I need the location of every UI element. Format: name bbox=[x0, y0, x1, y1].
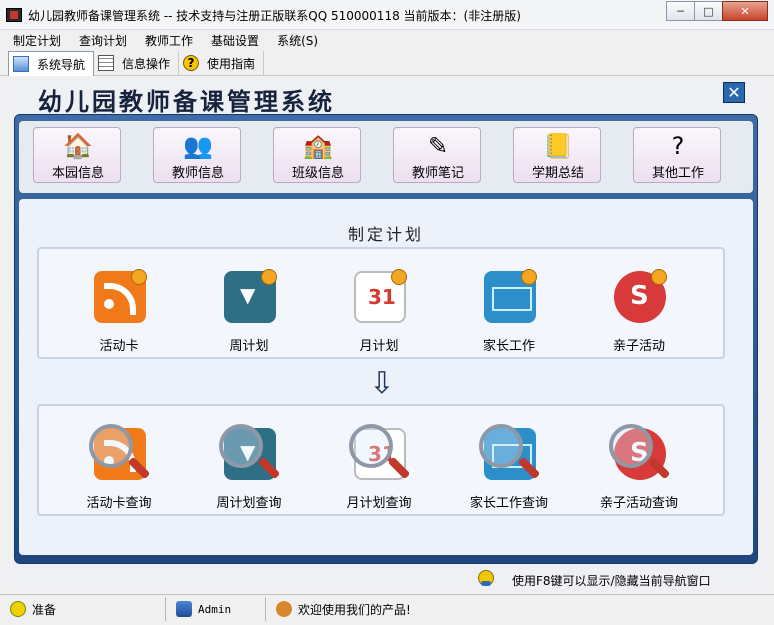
navigation-icon bbox=[13, 56, 29, 72]
other-work-button[interactable]: ? 其他工作 bbox=[633, 127, 721, 183]
tile-label: 家长工作 bbox=[482, 339, 535, 354]
help-icon: ? bbox=[183, 55, 200, 71]
app-icon bbox=[6, 8, 22, 22]
status-user-text: Admin bbox=[198, 602, 232, 616]
tile-label: 周计划查询 bbox=[216, 496, 282, 511]
tile-label: 周计划 bbox=[229, 339, 269, 354]
navigation-panel: 🏠 本园信息 👥 教师信息 🏫 班级信息 ✎ 教师笔记 📒 学期总结 ? 其他工… bbox=[14, 114, 758, 564]
teacher-notes-button[interactable]: ✎ 教师笔记 bbox=[393, 127, 481, 183]
button-label: 学期总结 bbox=[531, 166, 584, 181]
class-info-button[interactable]: 🏫 班级信息 bbox=[273, 127, 361, 183]
button-label: 本园信息 bbox=[51, 166, 104, 181]
notepad-icon: ✎ bbox=[427, 132, 449, 160]
book-icon: 📒 bbox=[543, 132, 573, 160]
teacher-info-button[interactable]: 👥 教师信息 bbox=[153, 127, 241, 183]
status-bar: 准备 Admin 欢迎使用我们的产品! bbox=[0, 594, 774, 625]
hint-text: 使用F8键可以显示/隐藏当前导航窗口 bbox=[512, 574, 711, 588]
close-window-button[interactable]: ✕ bbox=[722, 1, 768, 21]
tile-label: 家长工作查询 bbox=[469, 496, 548, 511]
tile-label: 月计划查询 bbox=[346, 496, 412, 511]
duck-mascot-icon bbox=[391, 269, 407, 285]
tab-system-navigation[interactable]: 系统导航 bbox=[8, 51, 95, 76]
section-heading: 制定计划 bbox=[347, 225, 424, 244]
parent-work-button[interactable]: 家长工作 bbox=[459, 267, 559, 357]
close-navigation-button[interactable]: ✕ bbox=[723, 82, 745, 103]
monthly-plan-query-button[interactable]: 月计划查询 bbox=[329, 424, 429, 514]
status-user: Admin bbox=[166, 597, 266, 621]
weekly-plan-query-button[interactable]: 周计划查询 bbox=[199, 424, 299, 514]
user-icon bbox=[176, 601, 192, 617]
menu-bar: 制定计划 查询计划 教师工作 基础设置 系统(S) bbox=[0, 30, 774, 50]
building-icon: 🏫 bbox=[303, 132, 333, 160]
ready-icon bbox=[10, 601, 26, 617]
status-welcome-text: 欢迎使用我们的产品! bbox=[298, 602, 411, 617]
tab-label: 系统导航 bbox=[37, 57, 86, 72]
duck-mascot-icon bbox=[261, 269, 277, 285]
status-welcome: 欢迎使用我们的产品! bbox=[266, 597, 774, 621]
tile-label: 亲子活动查询 bbox=[599, 496, 678, 511]
house-icon: 🏠 bbox=[63, 132, 93, 160]
tab-label: 信息操作 bbox=[122, 56, 171, 71]
status-ready-text: 准备 bbox=[32, 602, 57, 617]
tab-info-operation[interactable]: 信息操作 bbox=[94, 51, 180, 75]
tile-label: 活动卡查询 bbox=[86, 496, 152, 511]
help-document-icon: ? bbox=[671, 132, 685, 160]
duck-mascot-icon bbox=[651, 269, 667, 285]
tab-label: 使用指南 bbox=[207, 56, 256, 71]
duck-mascot-icon bbox=[521, 269, 537, 285]
arrow-down-icon: ⇩ bbox=[369, 366, 395, 401]
window-title: 幼儿园教师备课管理系统 -- 技术支持与注册正版联系QQ 510000118 当… bbox=[28, 9, 521, 23]
tile-label: 亲子活动 bbox=[612, 339, 665, 354]
top-shortcut-strip: 🏠 本园信息 👥 教师信息 🏫 班级信息 ✎ 教师笔记 📒 学期总结 ? 其他工… bbox=[19, 121, 753, 193]
maximize-button[interactable]: □ bbox=[694, 1, 723, 21]
activity-card-button[interactable]: 活动卡 bbox=[69, 267, 169, 357]
monthly-plan-button[interactable]: 月计划 bbox=[329, 267, 429, 357]
button-label: 教师笔记 bbox=[411, 166, 464, 181]
menu-query[interactable]: 查询计划 bbox=[70, 30, 136, 50]
parent-child-activity-button[interactable]: 亲子活动 bbox=[589, 267, 689, 357]
activity-card-query-button[interactable]: 活动卡查询 bbox=[69, 424, 169, 514]
duck-mascot-icon bbox=[131, 269, 147, 285]
window-controls: ─ □ ✕ bbox=[666, 1, 768, 21]
user-hint-icon bbox=[478, 570, 494, 586]
menu-basic-settings[interactable]: 基础设置 bbox=[202, 30, 268, 50]
weekly-plan-button[interactable]: 周计划 bbox=[199, 267, 299, 357]
query-plan-group: 活动卡查询 周计划查询 月计划查询 家长工作查询 bbox=[37, 404, 725, 516]
magnifier-icon bbox=[89, 424, 133, 468]
button-label: 班级信息 bbox=[291, 166, 344, 181]
tab-user-guide[interactable]: ? 使用指南 bbox=[179, 51, 265, 75]
minimize-button[interactable]: ─ bbox=[666, 1, 695, 21]
menu-system[interactable]: 系统(S) bbox=[268, 30, 327, 50]
magnifier-icon bbox=[609, 424, 653, 468]
parent-child-activity-query-button[interactable]: 亲子活动查询 bbox=[589, 424, 689, 514]
semester-summary-button[interactable]: 📒 学期总结 bbox=[513, 127, 601, 183]
tile-label: 月计划 bbox=[359, 339, 399, 354]
parent-work-query-button[interactable]: 家长工作查询 bbox=[459, 424, 559, 514]
app-title: 幼儿园教师备课管理系统 bbox=[38, 87, 335, 116]
status-ready: 准备 bbox=[0, 597, 166, 621]
create-plan-group: 活动卡 周计划 月计划 家长工作 亲子活动 bbox=[37, 247, 725, 359]
menu-plan[interactable]: 制定计划 bbox=[4, 30, 70, 50]
button-label: 教师信息 bbox=[171, 166, 224, 181]
tile-label: 活动卡 bbox=[99, 339, 139, 354]
menu-teacher-work[interactable]: 教师工作 bbox=[136, 30, 202, 50]
plan-work-area: 制定计划 活动卡 周计划 月计划 家长工作 bbox=[19, 199, 753, 555]
grid-icon bbox=[98, 55, 115, 71]
window-title-bar: 幼儿园教师备课管理系统 -- 技术支持与注册正版联系QQ 510000118 当… bbox=[0, 0, 774, 30]
hint-bar: 使用F8键可以显示/隐藏当前导航窗口 bbox=[8, 568, 766, 590]
magnifier-icon bbox=[219, 424, 263, 468]
people-icon: 👥 bbox=[183, 132, 213, 160]
magnifier-icon bbox=[479, 424, 523, 468]
button-label: 其他工作 bbox=[651, 166, 704, 181]
magnifier-icon bbox=[349, 424, 393, 468]
toolbar: 系统导航 信息操作 ? 使用指南 bbox=[0, 50, 774, 76]
kindergarten-info-button[interactable]: 🏠 本园信息 bbox=[33, 127, 121, 183]
welcome-icon bbox=[276, 601, 292, 617]
navigation-window: 幼儿园教师备课管理系统 ✕ 🏠 本园信息 👥 教师信息 🏫 班级信息 ✎ 教师笔… bbox=[8, 78, 766, 590]
